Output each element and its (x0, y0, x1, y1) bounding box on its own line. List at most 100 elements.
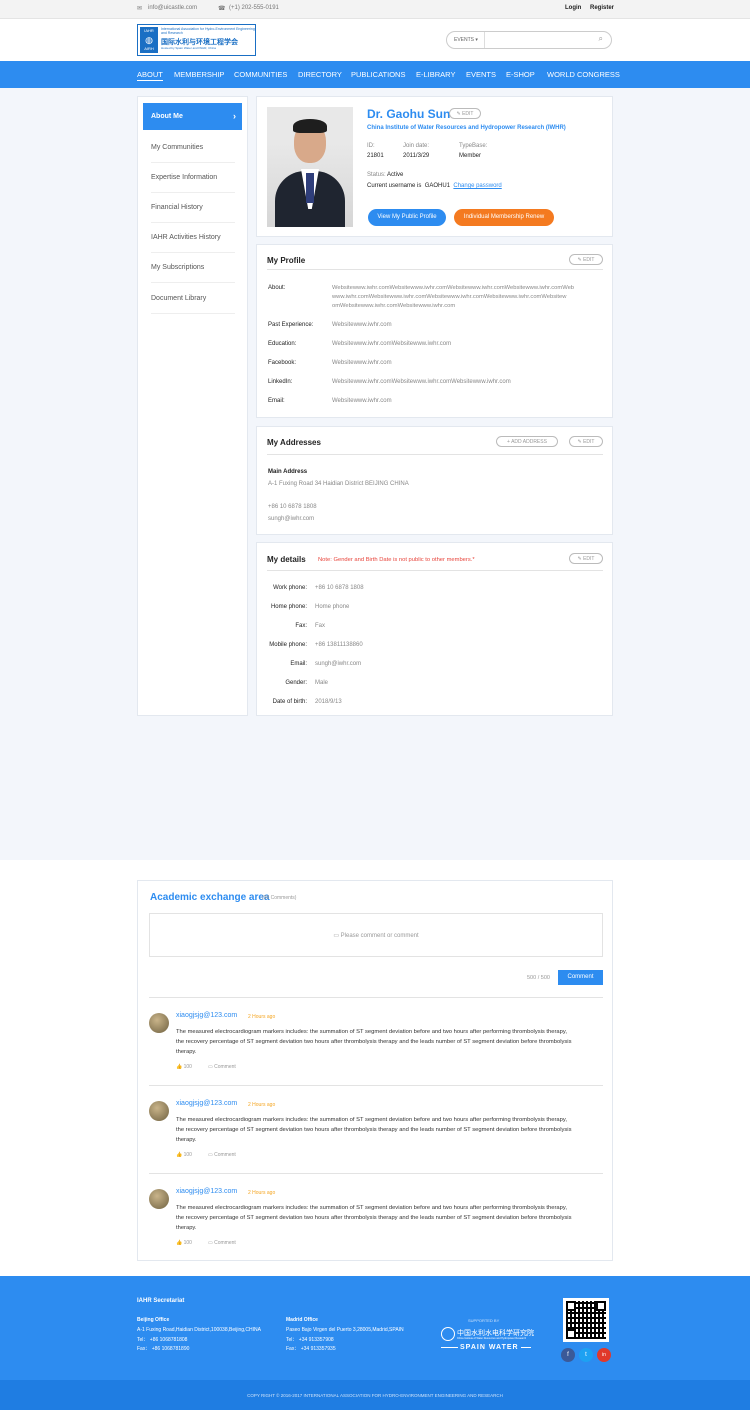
birth-date-label: Date of birth: (272, 699, 307, 705)
join-date-value: 2011/3/29 (403, 153, 430, 159)
avatar[interactable] (149, 1189, 169, 1209)
avatar[interactable] (149, 1101, 169, 1121)
footer-title: IAHR Secretariat (137, 1298, 185, 1304)
character-counter: 500 / 500 (527, 975, 550, 981)
type-label: TypeBase: (459, 143, 488, 149)
comment-count: (98 Comments) (262, 895, 297, 901)
nav-item-eshop[interactable]: E-SHOP (506, 70, 535, 79)
search-icon[interactable]: ⌕ (599, 34, 603, 44)
details-edit-button[interactable]: ✎ EDIT (569, 553, 603, 564)
nav-item-events[interactable]: EVENTS (466, 70, 496, 79)
exchange-title: Academic exchange area (150, 892, 270, 903)
nav-item-elibrary[interactable]: E-LIBRARY (416, 70, 455, 79)
nav-item-world-congress[interactable]: WORLD CONGRESS (547, 70, 620, 79)
like-button[interactable]: 👍 100 (176, 1064, 192, 1070)
comment-textarea[interactable]: ▭ Please comment or comment (149, 913, 603, 957)
madrid-fax: Fax： +34 913357935 (286, 1346, 336, 1352)
address-phone: +86 10 6878 1808 (268, 504, 317, 510)
sidebar-item-iahr-activities-history[interactable]: IAHR Activities History (151, 223, 235, 253)
change-password-link[interactable]: Change password (453, 183, 501, 189)
comment-icon: ▭ (333, 933, 339, 939)
fax-label: Fax: (295, 623, 307, 629)
comment-user[interactable]: xiaogjsjg@123.com (176, 1012, 237, 1019)
education-label: Education: (268, 341, 297, 347)
membership-renew-button[interactable]: Individual Membership Renew (454, 209, 554, 226)
privacy-note: Note: Gender and Birth Date is not publi… (318, 557, 475, 563)
profile-name: Dr. Gaohu Sun (367, 107, 451, 121)
fax-value: Fax (315, 623, 326, 629)
view-public-profile-button[interactable]: View My Public Profile (368, 209, 446, 226)
add-address-button[interactable]: + ADD ADDRESS (496, 436, 558, 447)
iwhr-logo-icon (441, 1327, 455, 1341)
sidebar: About Me › My Communities Expertise Infor… (137, 96, 248, 716)
sidebar-item-financial-history[interactable]: Financial History (151, 193, 235, 223)
copyright-bar: COPY RIGHT © 2016-2017 INTERNATIONAL ASS… (0, 1380, 750, 1410)
past-experience-label: Past Experience: (268, 322, 314, 328)
beijing-address: A-1 Fuxing Road,Haidian District,100038,… (137, 1327, 261, 1333)
logo-mark: IAHR ◍ AIRH (140, 27, 158, 53)
gender-value: Male (315, 680, 329, 686)
details-email-label: Email: (290, 661, 307, 667)
twitter-icon[interactable]: t (579, 1348, 593, 1362)
my-details-card: My details Note: Gender and Birth Date i… (256, 542, 613, 716)
my-profile-edit-button[interactable]: ✎ EDIT (569, 254, 603, 265)
contact-email[interactable]: info@uicastle.com (148, 5, 197, 11)
like-button[interactable]: 👍 100 (176, 1240, 192, 1246)
comment-user[interactable]: xiaogjsjg@123.com (176, 1100, 237, 1107)
iwhr-english-name: China Institute of Water Resources and H… (457, 1337, 527, 1340)
chevron-down-icon: ▾ (475, 37, 478, 43)
my-addresses-title: My Addresses (267, 438, 321, 447)
comment-time: 2 Hours ago (248, 1014, 276, 1020)
my-profile-card: My Profile ✎ EDIT About: Websitewww.iwhr… (256, 244, 613, 418)
linkedin-icon[interactable]: in (597, 1348, 611, 1362)
facebook-value: Websitewww.iwhr.com (332, 360, 392, 366)
mail-icon: ✉ (137, 6, 143, 12)
nav-item-communities[interactable]: COMMUNITIES (234, 70, 287, 79)
supported-by: SUPPORTED BY (468, 1318, 500, 1323)
thumbs-up-icon: 👍 (176, 1152, 183, 1158)
sidebar-item-expertise-information[interactable]: Expertise Information (151, 163, 235, 193)
nav-item-about[interactable]: ABOUT (137, 70, 163, 81)
avatar[interactable] (149, 1013, 169, 1033)
search-input[interactable] (487, 34, 587, 46)
main-address-value: A-1 Fuxing Road 34 Haidian District BEIJ… (268, 481, 409, 487)
reply-button[interactable]: ▭ Comment (208, 1240, 236, 1246)
comment-time: 2 Hours ago (248, 1190, 276, 1196)
sidebar-item-my-subscriptions[interactable]: My Subscriptions (151, 253, 235, 283)
facebook-icon[interactable]: f (561, 1348, 575, 1362)
profile-edit-button[interactable]: ✎ EDIT (449, 108, 481, 119)
nav-item-directory[interactable]: DIRECTORY (298, 70, 342, 79)
reply-button[interactable]: ▭ Comment (208, 1152, 236, 1158)
work-phone-label: Work phone: (273, 585, 307, 591)
iahr-logo[interactable]: IAHR ◍ AIRH International Association for … (137, 24, 256, 56)
like-button[interactable]: 👍 100 (176, 1152, 192, 1158)
about-line-2: www.iwhr.comWebsitewww.iwhr.comWebsiteww… (332, 294, 567, 300)
comment-user[interactable]: xiaogjsjg@123.com (176, 1188, 237, 1195)
nav-item-membership[interactable]: MEMBERSHIP (174, 70, 224, 79)
sidebar-item-document-library[interactable]: Document Library (151, 284, 235, 314)
madrid-address: Paseo Bajo Virgen del Puerto 3,28005,Mad… (286, 1327, 404, 1333)
reply-button[interactable]: ▭ Comment (208, 1064, 236, 1070)
work-phone-value: +86 10 6878 1808 (315, 585, 364, 591)
search-category-select[interactable]: EVENTS ▾ (447, 32, 485, 48)
email-label: Email: (268, 398, 285, 404)
login-link[interactable]: Login (565, 5, 581, 11)
sidebar-item-about-me[interactable]: About Me › (143, 103, 242, 130)
my-addresses-card: My Addresses + ADD ADDRESS ✎ EDIT Main A… (256, 426, 613, 535)
comment-icon: ▭ (208, 1064, 213, 1070)
spain-water-logo: SPAIN WATER (458, 1344, 521, 1351)
thumbs-up-icon: 👍 (176, 1064, 183, 1070)
addresses-edit-button[interactable]: ✎ EDIT (569, 436, 603, 447)
type-value: Member (459, 153, 482, 159)
linkedin-label: LinkedIn: (268, 379, 293, 385)
sidebar-item-my-communities[interactable]: My Communities (151, 133, 235, 163)
nav-item-publications[interactable]: PUBLICATIONS (351, 70, 405, 79)
comment-text: The measured electrocardiogram markers i… (176, 1117, 572, 1143)
register-link[interactable]: Register (590, 5, 614, 11)
profile-card: Dr. Gaohu Sun ✎ EDIT China Institute of … (256, 96, 613, 237)
profile-organization[interactable]: China Institute of Water Resources and H… (367, 125, 566, 131)
academic-exchange-card: Academic exchange area (98 Comments) ▭ P… (137, 880, 613, 1261)
comment-submit-button[interactable]: Comment (558, 970, 603, 985)
about-line-3: omWebsitewww.iwhr.comWebsitewww.iwhr.com (332, 303, 456, 309)
mobile-phone-label: Mobile phone: (269, 642, 307, 648)
